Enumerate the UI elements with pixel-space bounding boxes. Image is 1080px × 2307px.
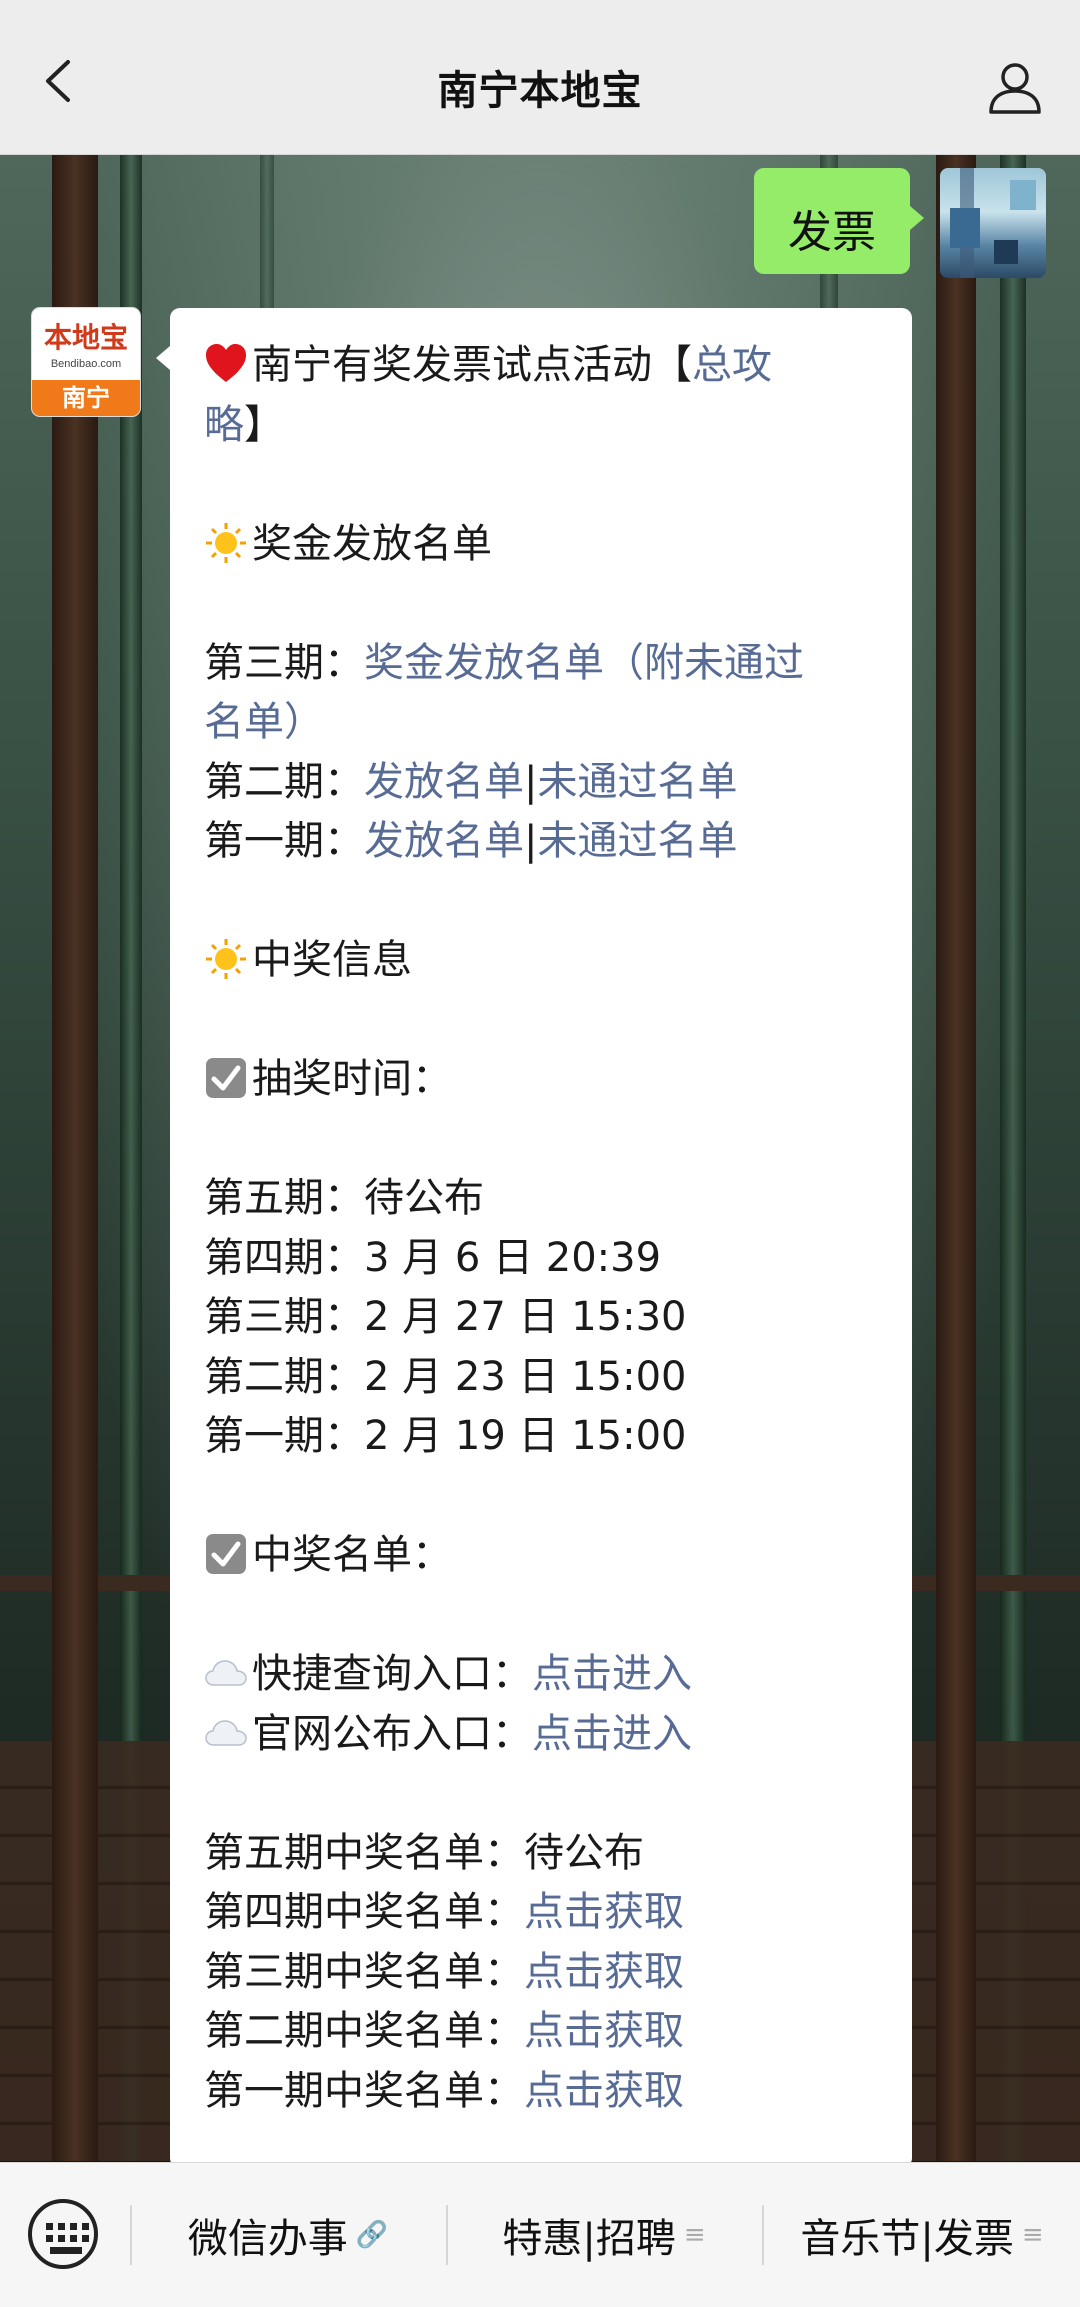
- menu-wechat-services[interactable]: 微信办事 🔗: [132, 2163, 444, 2307]
- sun-icon: [206, 939, 246, 979]
- sent-message-text: 发票: [788, 207, 876, 258]
- nav-bar: 南宁本地宝: [0, 0, 1080, 155]
- winners-link-1[interactable]: 点击获取: [524, 2068, 684, 2114]
- list-item: 第三期：奖金发放名单（附未通过: [204, 639, 804, 686]
- failed-list-link-2[interactable]: 未通过名单: [537, 759, 737, 805]
- list-item: 第二期：2 月 23 日 15:00: [204, 1353, 687, 1400]
- message-text: 南宁有奖发票试点活动【总攻 略】 奖金发放名单 第三期：奖金发放名单（附未通过 …: [204, 336, 884, 2121]
- heart-icon: [206, 344, 246, 382]
- page-title: 南宁本地宝: [437, 68, 643, 114]
- menu-deals-jobs[interactable]: 特惠|招聘 ≡: [448, 2163, 760, 2307]
- quick-query-link[interactable]: 点击进入: [532, 1651, 692, 1697]
- official-site-link[interactable]: 点击进入: [532, 1711, 692, 1757]
- list-item: 名单）: [204, 693, 884, 753]
- bottom-menu-bar: 微信办事 🔗 特惠|招聘 ≡ 音乐节|发票 ≡: [0, 2162, 1080, 2307]
- cloud-icon: [205, 1719, 247, 1746]
- list-item: 第四期中奖名单：点击获取: [204, 1889, 684, 1935]
- list-item: 第二期中奖名单：点击获取: [204, 2008, 684, 2054]
- bonus-list-link-3-cont[interactable]: 名单）: [204, 699, 324, 745]
- official-account-avatar[interactable]: 本地宝 Bendibao.com 南宁: [32, 308, 140, 416]
- cloud-icon: [205, 1660, 247, 1686]
- list-item: 第一期：发放名单|未通过名单: [204, 818, 738, 864]
- user-avatar[interactable]: [940, 168, 1046, 278]
- winners-link-2[interactable]: 点击获取: [524, 2008, 684, 2054]
- menu-music-invoice[interactable]: 音乐节|发票 ≡: [764, 2163, 1080, 2307]
- list-item: 第五期：待公布: [204, 1175, 484, 1221]
- list-item: 第四期：3 月 6 日 20:39: [204, 1234, 662, 1281]
- sun-icon: [206, 522, 246, 563]
- received-message-bubble: 南宁有奖发票试点活动【总攻 略】 奖金发放名单 第三期：奖金发放名单（附未通过 …: [156, 308, 912, 2168]
- menu-lines-icon: ≡: [1021, 2220, 1044, 2250]
- menu-lines-icon: ≡: [683, 2220, 706, 2250]
- section-heading: 中奖信息: [204, 931, 884, 991]
- list-item: 第一期：2 月 19 日 15:00: [204, 1413, 687, 1459]
- list-item: 第二期：发放名单|未通过名单: [204, 758, 738, 805]
- link-icon: 🔗: [355, 2220, 389, 2250]
- guide-link[interactable]: 总攻: [692, 342, 772, 388]
- list-item: 第一期中奖名单：点击获取: [204, 2067, 684, 2114]
- list-item: 略】: [204, 401, 284, 448]
- section-heading: 奖金发放名单: [204, 515, 884, 575]
- winners-link-4[interactable]: 点击获取: [524, 1889, 684, 1935]
- issue-list-link-2[interactable]: 发放名单: [364, 759, 524, 805]
- winners-link-3[interactable]: 点击获取: [524, 1949, 684, 1995]
- profile-icon[interactable]: [986, 58, 1044, 116]
- list-item: 南宁有奖发票试点活动【总攻: [204, 336, 884, 396]
- brand-logo-text: 本地宝: [43, 321, 128, 354]
- list-item: 第三期中奖名单：点击获取: [204, 1948, 684, 1995]
- list-item: 第五期中奖名单：待公布: [204, 1829, 644, 1876]
- sent-message-bubble[interactable]: 发票: [754, 168, 924, 274]
- checkbox-checked-icon: [206, 1058, 246, 1098]
- section-heading: 中奖名单：: [204, 1526, 884, 1586]
- failed-list-link-1[interactable]: 未通过名单: [537, 818, 737, 864]
- issue-list-link-1[interactable]: 发放名单: [364, 818, 524, 864]
- guide-link-cont[interactable]: 略: [204, 402, 244, 448]
- list-item: 快捷查询入口：点击进入: [204, 1645, 884, 1705]
- keyboard-icon[interactable]: [28, 2199, 98, 2269]
- checkbox-checked-icon: [206, 1534, 246, 1574]
- section-heading: 抽奖时间：: [204, 1050, 884, 1110]
- bonus-list-link-3[interactable]: 奖金发放名单（附未通过: [364, 640, 804, 686]
- brand-city: 南宁: [32, 380, 140, 416]
- list-item: 官网公布入口：点击进入: [204, 1705, 884, 1765]
- list-item: 第三期：2 月 27 日 15:30: [204, 1294, 687, 1340]
- brand-url: Bendibao.com: [50, 358, 122, 370]
